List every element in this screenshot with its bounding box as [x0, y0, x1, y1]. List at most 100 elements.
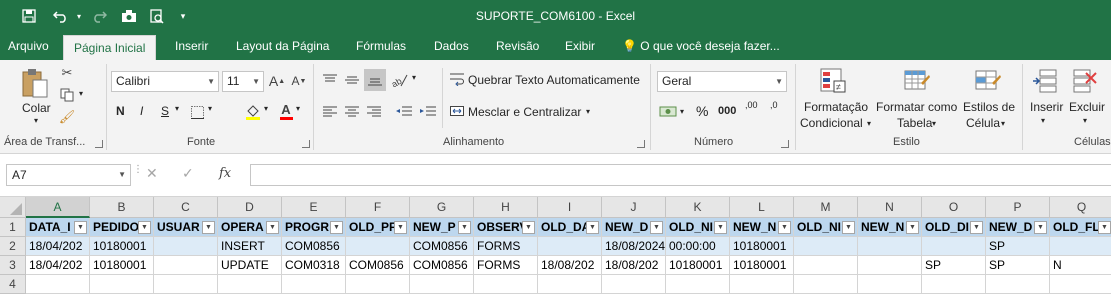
row-header-1[interactable]: 1 — [0, 218, 26, 237]
empty-cell[interactable] — [858, 275, 922, 294]
delete-cells-icon[interactable] — [1071, 66, 1099, 94]
italic-button[interactable]: I — [140, 104, 143, 118]
tell-me-search[interactable]: 💡 O que você deseja fazer... — [622, 33, 780, 60]
table-cell[interactable]: COM0318 — [282, 256, 346, 275]
filter-dropdown-icon[interactable]: ▼ — [842, 221, 855, 234]
tab-pagina-inicial[interactable]: Página Inicial — [63, 35, 157, 60]
table-cell[interactable]: 18/04/202 — [26, 237, 90, 256]
table-header-cell[interactable]: OLD_PF ▼ — [346, 218, 410, 237]
number-format-select[interactable]: Geral ▼ — [657, 71, 787, 92]
column-header-q[interactable]: Q — [1050, 197, 1111, 218]
paste-label[interactable]: Colar — [22, 101, 51, 115]
row-header-4[interactable]: 4 — [0, 275, 26, 294]
number-launcher-icon[interactable] — [781, 140, 789, 148]
table-cell[interactable]: 10180001 — [730, 237, 794, 256]
cell-styles-label2[interactable]: Célula — [966, 116, 1000, 130]
cut-icon[interactable]: ✂ — [58, 64, 76, 82]
column-header-c[interactable]: C — [154, 197, 218, 218]
orientation-icon[interactable]: ab — [390, 70, 410, 90]
row-header-3[interactable]: 3 — [0, 256, 26, 275]
filter-dropdown-icon[interactable]: ▼ — [138, 221, 151, 234]
table-cell[interactable] — [538, 237, 602, 256]
table-cell[interactable]: SP — [922, 256, 986, 275]
filter-dropdown-icon[interactable]: ▼ — [74, 221, 87, 234]
table-cell[interactable]: UPDATE — [218, 256, 282, 275]
increase-decimal-button[interactable]: ,00 — [745, 101, 758, 110]
empty-cell[interactable] — [730, 275, 794, 294]
table-cell[interactable] — [794, 237, 858, 256]
column-header-g[interactable]: G — [410, 197, 474, 218]
format-as-table-label2[interactable]: Tabela — [897, 116, 932, 130]
align-top-icon[interactable] — [320, 70, 340, 90]
empty-cell[interactable] — [602, 275, 666, 294]
column-header-f[interactable]: F — [346, 197, 410, 218]
filter-dropdown-icon[interactable]: ▼ — [202, 221, 215, 234]
empty-cell[interactable] — [538, 275, 602, 294]
underline-button[interactable]: S — [161, 104, 169, 118]
align-middle-icon[interactable] — [342, 70, 362, 90]
table-cell[interactable]: 10180001 — [730, 256, 794, 275]
empty-cell[interactable] — [922, 275, 986, 294]
empty-cell[interactable] — [154, 275, 218, 294]
table-cell[interactable]: SP — [986, 237, 1050, 256]
font-name-select[interactable]: Calibri ▼ — [111, 71, 219, 92]
clipboard-launcher-icon[interactable] — [95, 140, 103, 148]
empty-cell[interactable] — [794, 275, 858, 294]
align-bottom-icon[interactable] — [364, 69, 386, 91]
column-header-a[interactable]: A — [26, 197, 90, 218]
table-cell[interactable]: COM0856 — [346, 256, 410, 275]
decrease-decimal-button[interactable]: ,0 — [770, 101, 778, 110]
currency-icon[interactable] — [658, 102, 678, 122]
table-header-cell[interactable]: OLD_NI ▼ — [794, 218, 858, 237]
table-cell[interactable] — [346, 237, 410, 256]
conditional-formatting-label2[interactable]: Condicional — [800, 116, 863, 130]
borders-dropdown-icon[interactable]: ▾ — [208, 104, 212, 113]
column-header-e[interactable]: E — [282, 197, 346, 218]
insert-function-icon[interactable]: fx — [219, 166, 237, 184]
fill-color-icon[interactable] — [244, 102, 262, 122]
copy-icon[interactable] — [58, 86, 76, 104]
table-cell[interactable] — [858, 256, 922, 275]
table-header-cell[interactable]: NEW_P ▼ — [410, 218, 474, 237]
table-cell[interactable]: FORMS — [474, 237, 538, 256]
table-cell[interactable]: 18/08/2024 — [602, 237, 666, 256]
table-header-cell[interactable]: PROGR ▼ — [282, 218, 346, 237]
table-header-cell[interactable]: NEW_N ▼ — [858, 218, 922, 237]
table-cell[interactable] — [922, 237, 986, 256]
tab-dados[interactable]: Dados — [434, 33, 469, 60]
format-as-table-icon[interactable] — [902, 66, 932, 96]
filter-dropdown-icon[interactable]: ▼ — [586, 221, 599, 234]
decrease-indent-icon[interactable] — [394, 102, 414, 122]
cell-styles-dropdown-icon[interactable]: ▾ — [1001, 119, 1005, 128]
filter-dropdown-icon[interactable]: ▼ — [266, 221, 279, 234]
empty-cell[interactable] — [474, 275, 538, 294]
table-cell[interactable]: 10180001 — [90, 256, 154, 275]
underline-dropdown-icon[interactable]: ▾ — [175, 104, 179, 113]
column-header-b[interactable]: B — [90, 197, 154, 218]
cancel-icon[interactable]: ✕ — [146, 165, 164, 183]
empty-cell[interactable] — [666, 275, 730, 294]
wrap-text-icon[interactable] — [449, 71, 465, 87]
paste-icon[interactable] — [20, 66, 50, 100]
fill-color-dropdown-icon[interactable]: ▾ — [264, 104, 268, 113]
table-cell[interactable]: 18/04/202 — [26, 256, 90, 275]
filter-dropdown-icon[interactable]: ▼ — [394, 221, 407, 234]
column-header-l[interactable]: L — [730, 197, 794, 218]
table-cell[interactable]: COM0856 — [282, 237, 346, 256]
column-header-d[interactable]: D — [218, 197, 282, 218]
insert-cells-label[interactable]: Inserir — [1030, 100, 1063, 114]
tab-revisao[interactable]: Revisão — [496, 33, 539, 60]
table-header-cell[interactable]: USUAR ▼ — [154, 218, 218, 237]
format-table-dropdown-icon[interactable]: ▾ — [932, 119, 936, 128]
table-cell[interactable]: 10180001 — [90, 237, 154, 256]
percent-button[interactable]: % — [696, 103, 708, 119]
column-header-m[interactable]: M — [794, 197, 858, 218]
increase-indent-icon[interactable] — [418, 102, 438, 122]
tab-layout-da-pagina[interactable]: Layout da Página — [236, 33, 329, 60]
alignment-launcher-icon[interactable] — [637, 140, 645, 148]
filter-dropdown-icon[interactable]: ▼ — [330, 221, 343, 234]
column-header-j[interactable]: J — [602, 197, 666, 218]
decrease-font-icon[interactable]: A ▼ — [290, 72, 308, 90]
merge-dropdown-icon[interactable]: ▾ — [586, 107, 590, 116]
table-cell[interactable] — [154, 237, 218, 256]
